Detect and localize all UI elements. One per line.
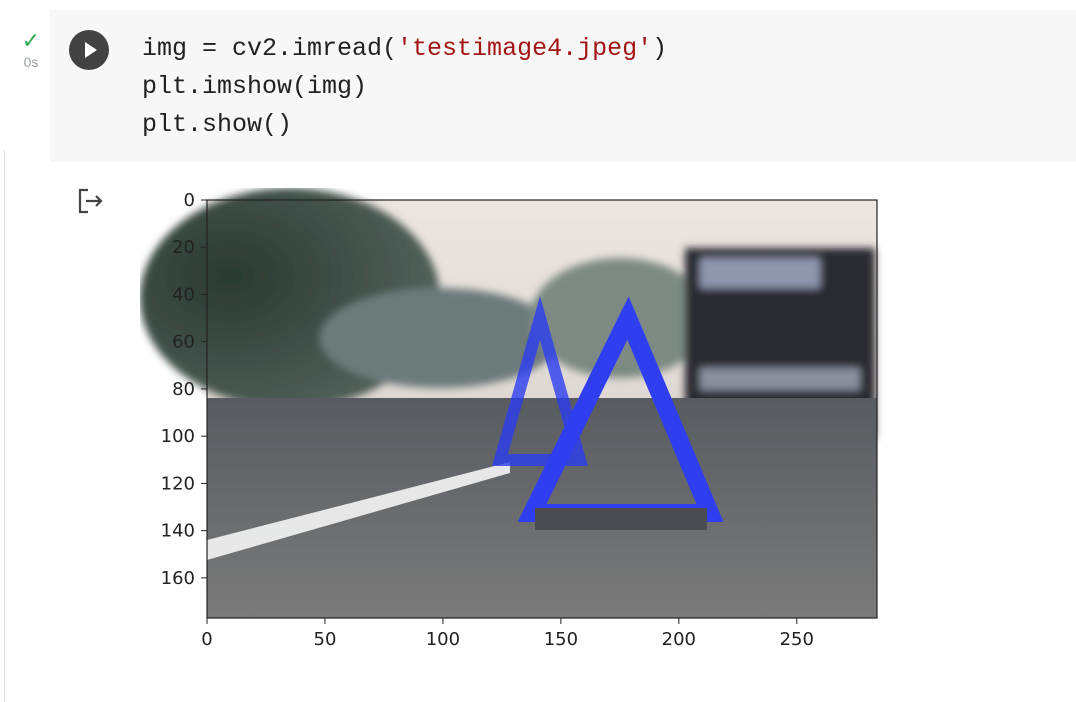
code-line-2: plt.imshow(img) bbox=[142, 72, 368, 101]
play-icon bbox=[85, 42, 97, 58]
x-tick-label: 150 bbox=[544, 629, 578, 650]
y-tick-label: 40 bbox=[172, 284, 195, 305]
code-cell[interactable]: img = cv2.imread('testimage4.jpeg') plt.… bbox=[50, 10, 1076, 162]
y-tick-label: 100 bbox=[161, 426, 195, 447]
execution-status: ✓ 0s bbox=[14, 28, 48, 71]
y-tick-label: 0 bbox=[184, 190, 195, 211]
code-line-1a: img = cv2.imread( bbox=[142, 34, 398, 63]
x-axis: 0 50 100 150 200 250 bbox=[201, 618, 814, 650]
y-tick-label: 120 bbox=[161, 473, 195, 494]
y-tick-label: 80 bbox=[172, 379, 195, 400]
photo-image bbox=[140, 188, 877, 618]
y-tick-label: 140 bbox=[161, 521, 195, 542]
x-tick-label: 0 bbox=[201, 629, 212, 650]
x-tick-label: 200 bbox=[662, 629, 696, 650]
y-tick-label: 20 bbox=[172, 237, 195, 258]
check-icon: ✓ bbox=[21, 28, 41, 53]
code-editor[interactable]: img = cv2.imread('testimage4.jpeg') plt.… bbox=[142, 30, 667, 144]
x-tick-label: 100 bbox=[426, 629, 460, 650]
imshow-plot: 0 50 100 150 200 250 0 20 40 60 80 100 120 140 160 bbox=[140, 188, 878, 650]
y-tick-label: 160 bbox=[161, 568, 195, 589]
code-string: 'testimage4.jpeg' bbox=[397, 34, 653, 63]
execution-time: 0s bbox=[23, 54, 39, 70]
x-tick-label: 250 bbox=[780, 629, 814, 650]
x-tick-label: 50 bbox=[314, 629, 337, 650]
code-line-1b: ) bbox=[652, 34, 668, 63]
cell-rail bbox=[4, 150, 5, 702]
y-tick-label: 60 bbox=[172, 332, 195, 353]
output-redirect-icon[interactable] bbox=[76, 186, 106, 216]
run-cell-button[interactable] bbox=[69, 30, 109, 70]
code-line-3: plt.show() bbox=[142, 110, 293, 139]
